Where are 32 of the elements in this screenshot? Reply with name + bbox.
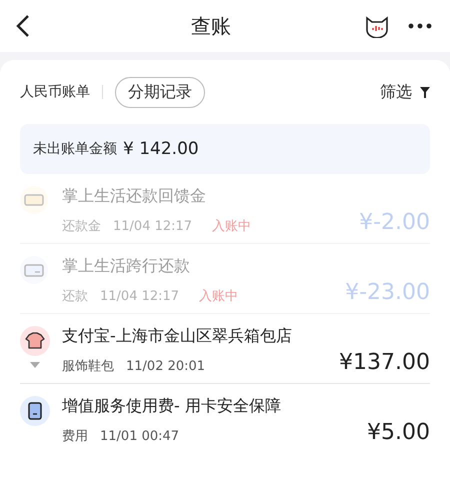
transaction-category: 费用 <box>62 428 88 445</box>
transaction-time: 11/04 12:17 <box>113 218 192 234</box>
transaction-title: 增值服务使用费- 用卡安全保障 <box>62 396 282 417</box>
summary-label: 未出账单金额 <box>33 140 117 158</box>
ticket-icon <box>20 186 48 214</box>
filter-button[interactable]: 筛选 <box>380 82 430 102</box>
shirt-icon <box>20 326 50 356</box>
back-icon[interactable] <box>16 14 30 38</box>
transaction-title: 掌上生活跨行还款 <box>62 256 191 277</box>
more-icon[interactable] <box>408 23 432 29</box>
transaction-amount: ¥-23.00 <box>345 280 430 305</box>
card-icon <box>20 256 48 284</box>
transaction-title: 掌上生活还款回馈金 <box>62 186 207 207</box>
bill-tab[interactable]: 人民币账单 <box>20 83 90 101</box>
transaction-amount: ¥137.00 <box>339 350 430 375</box>
page-title: 查账 <box>191 12 231 40</box>
filter-icon <box>420 86 430 98</box>
transaction-status: 入账中 <box>212 218 252 235</box>
summary-amount: ¥ 142.00 <box>123 139 199 159</box>
phone-icon <box>20 396 50 426</box>
transaction-time: 11/04 12:17 <box>100 288 180 304</box>
transaction-time: 11/01 00:47 <box>100 428 180 444</box>
transaction-amount: ¥5.00 <box>367 420 430 445</box>
transaction-category: 还款 <box>62 288 88 305</box>
transaction-amount: ¥-2.00 <box>359 210 430 235</box>
installment-button[interactable]: 分期记录 <box>115 76 205 108</box>
transaction-status: 入账中 <box>199 288 238 305</box>
cat-face-icon[interactable] <box>364 14 390 38</box>
transaction-time: 11/02 20:01 <box>126 358 206 374</box>
transaction-category: 服饰鞋包 <box>62 358 114 375</box>
transaction-category: 还款金 <box>62 218 101 235</box>
transaction-title: 支付宝-上海市金山区翠兵箱包店 <box>62 326 293 347</box>
